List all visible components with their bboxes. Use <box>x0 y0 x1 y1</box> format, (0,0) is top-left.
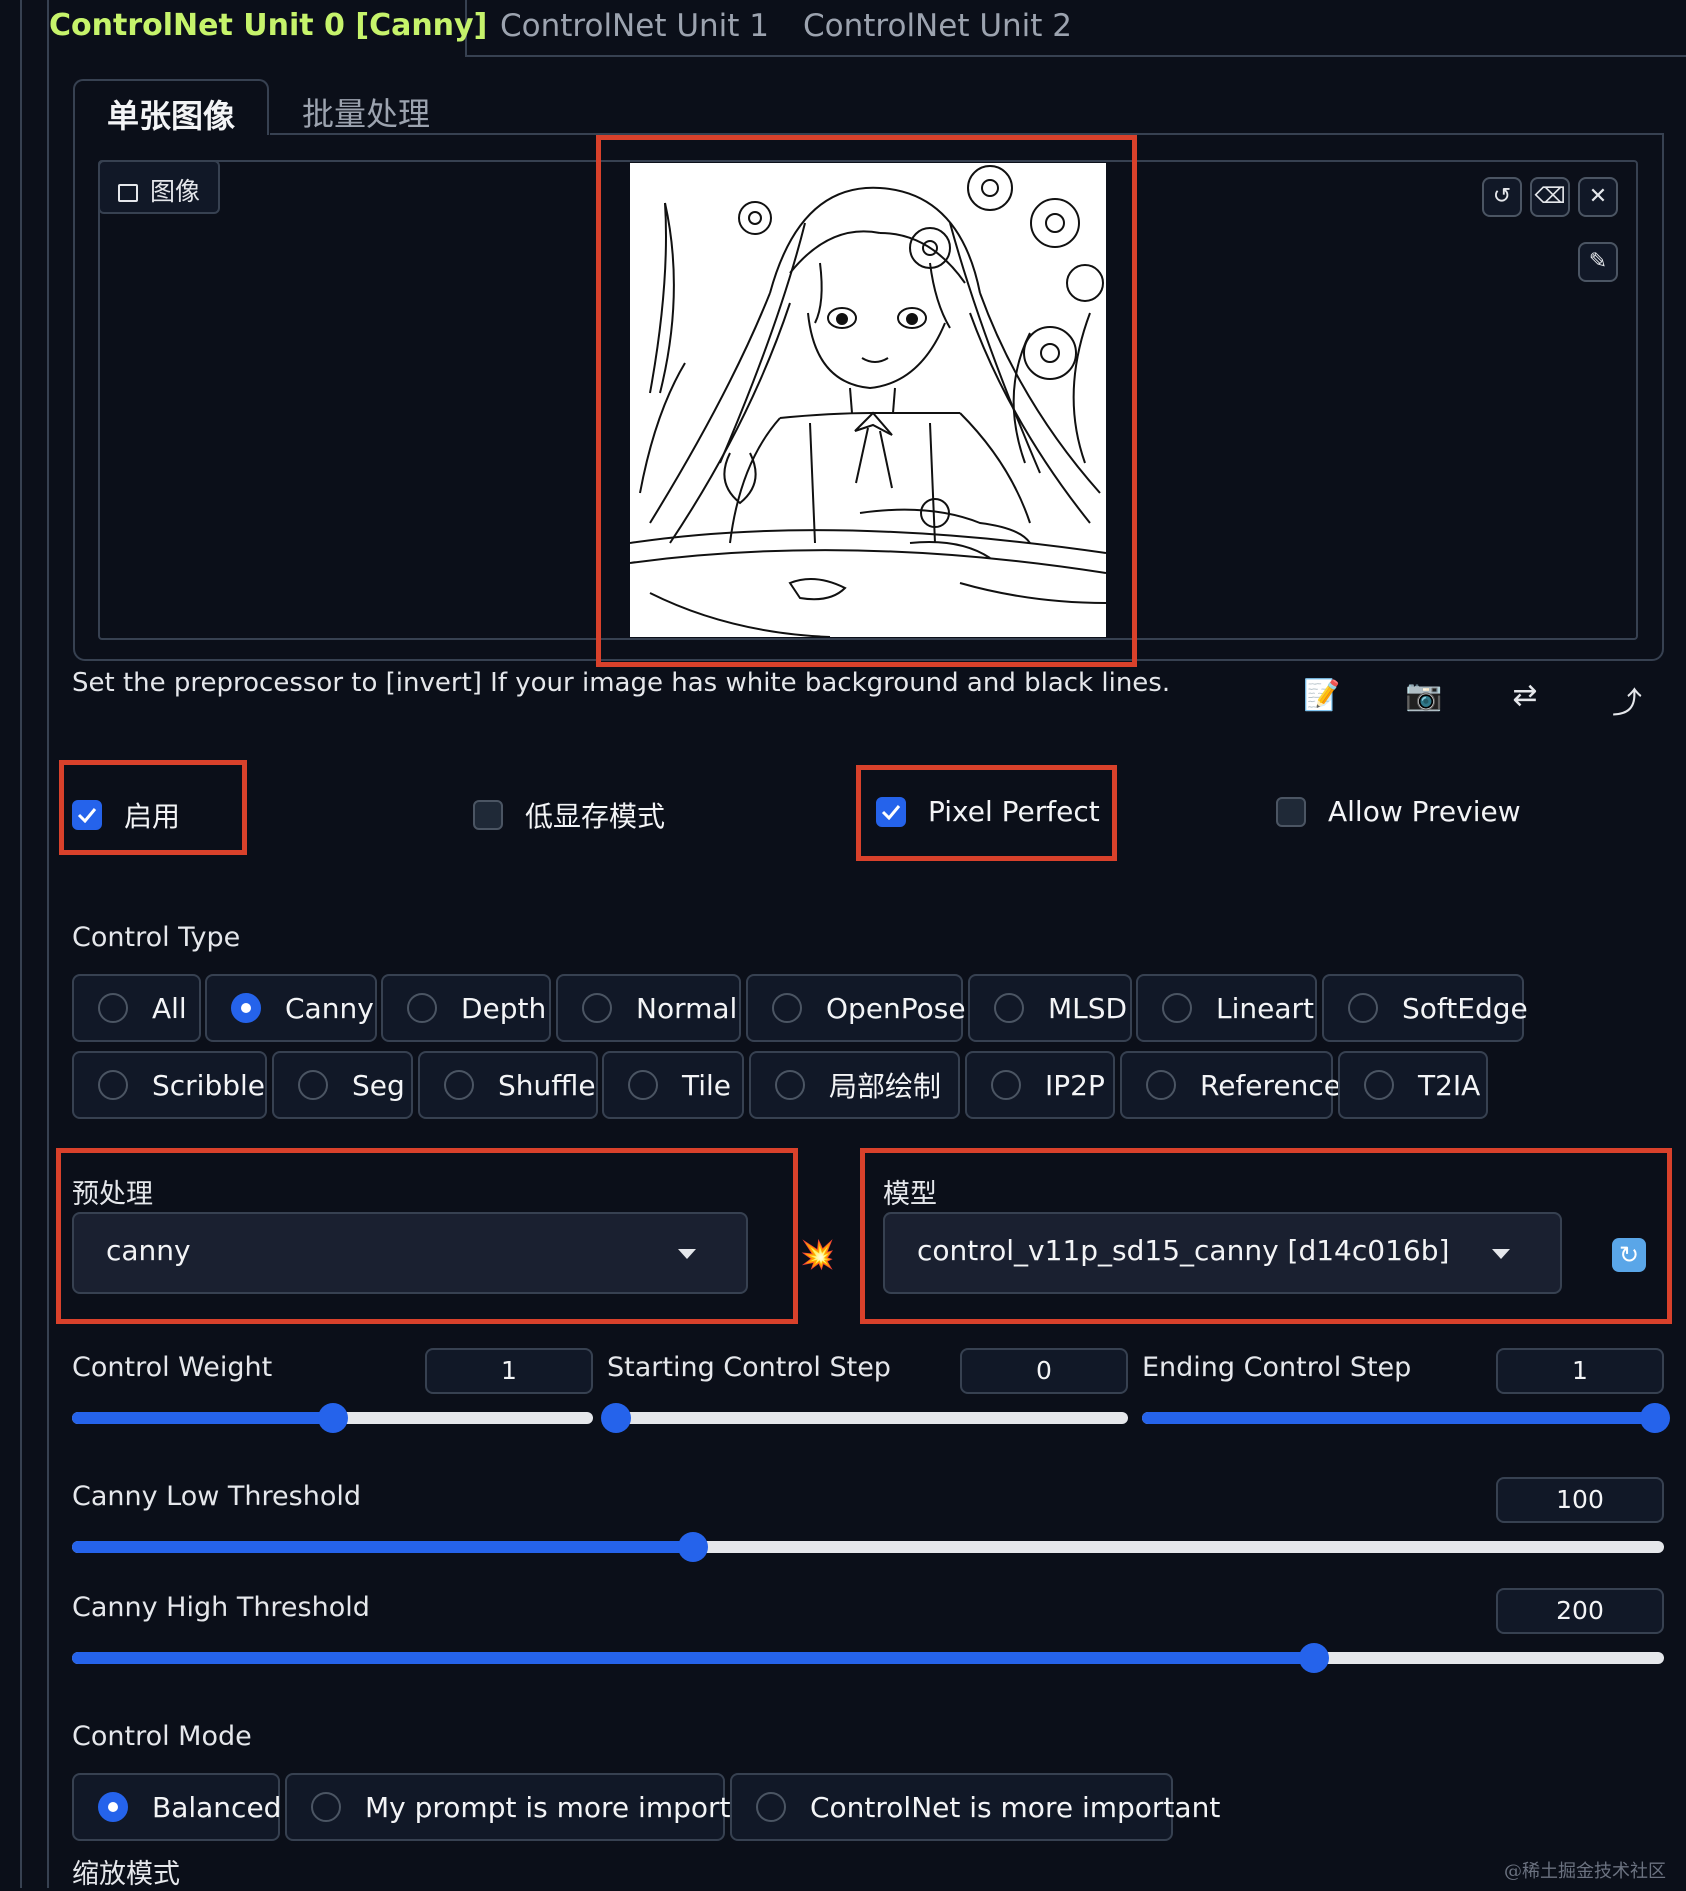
starting-step-label: Starting Control Step <box>607 1352 891 1383</box>
canny-low-input[interactable]: 100 <box>1496 1477 1664 1523</box>
control-type-depth[interactable]: Depth <box>381 974 551 1042</box>
radio-icon[interactable] <box>311 1792 341 1822</box>
notepad-icon[interactable]: 📝 <box>1300 678 1344 713</box>
brush-icon[interactable]: ✎ <box>1578 242 1618 282</box>
camera-icon[interactable]: 📷 <box>1402 678 1446 713</box>
control-type-ip2p[interactable]: IP2P <box>965 1051 1115 1119</box>
radio-icon[interactable] <box>628 1070 658 1100</box>
control-type-softedge[interactable]: SoftEdge <box>1322 974 1528 1042</box>
canny-low-label: Canny Low Threshold <box>72 1481 361 1512</box>
control-type-t2ia[interactable]: T2IA <box>1338 1051 1488 1119</box>
starting-step-track[interactable] <box>607 1412 1128 1424</box>
canny-high-thumb[interactable] <box>1299 1643 1329 1673</box>
radio-icon[interactable] <box>1162 993 1192 1023</box>
control-mode-controlnet-important[interactable]: ControlNet is more important <box>730 1773 1220 1841</box>
control-mode-balanced[interactable]: Balanced <box>72 1773 281 1841</box>
control-mode-label: Control Mode <box>72 1721 252 1752</box>
ending-step-input[interactable]: 1 <box>1496 1348 1664 1394</box>
radio-icon[interactable] <box>582 993 612 1023</box>
explosion-icon[interactable]: 💥 <box>800 1238 835 1271</box>
control-weight-input[interactable]: 1 <box>425 1348 593 1394</box>
tab-controlnet-unit-2[interactable]: ControlNet Unit 2 <box>803 8 1072 44</box>
starting-step-input[interactable]: 0 <box>960 1348 1128 1394</box>
radio-icon[interactable] <box>98 993 128 1023</box>
control-type-normal[interactable]: Normal <box>556 974 741 1042</box>
watermark: @稀土掘金技术社区 <box>1504 1861 1666 1882</box>
highlight-image <box>596 135 1137 667</box>
control-type-scribble[interactable]: Scribble <box>72 1051 267 1119</box>
left-border <box>20 0 22 1888</box>
radio-icon[interactable] <box>444 1070 474 1100</box>
tab-controlnet-unit-1[interactable]: ControlNet Unit 1 <box>500 8 769 44</box>
control-weight-label: Control Weight <box>72 1352 273 1383</box>
radio-icon[interactable] <box>1364 1070 1394 1100</box>
checkbox-unchecked-icon[interactable] <box>473 800 503 830</box>
control-mode-prompt-important[interactable]: My prompt is more important <box>285 1773 776 1841</box>
allow-preview-checkbox[interactable]: Allow Preview <box>1276 795 1521 828</box>
control-type-mlsd[interactable]: MLSD <box>968 974 1132 1042</box>
control-type-canny[interactable]: Canny <box>205 974 377 1042</box>
radio-icon[interactable] <box>775 1070 805 1100</box>
control-type-all[interactable]: All <box>72 974 201 1042</box>
radio-icon[interactable] <box>994 993 1024 1023</box>
close-icon[interactable]: ✕ <box>1578 177 1618 217</box>
highlight-preprocessor <box>56 1148 798 1324</box>
radio-icon[interactable] <box>991 1070 1021 1100</box>
radio-selected-icon[interactable] <box>98 1792 128 1822</box>
highlight-model <box>860 1148 1672 1324</box>
control-type-tile[interactable]: Tile <box>602 1051 744 1119</box>
eraser-icon[interactable]: ⌫ <box>1530 177 1570 217</box>
control-type-openpose[interactable]: OpenPose <box>746 974 966 1042</box>
checkbox-unchecked-icon[interactable] <box>1276 796 1306 827</box>
upload-arrow-icon[interactable]: ⤴ <box>1605 678 1649 722</box>
radio-icon[interactable] <box>1146 1070 1176 1100</box>
control-type-shuffle[interactable]: Shuffle <box>418 1051 598 1119</box>
control-type-label: Control Type <box>72 922 241 953</box>
canny-low-thumb[interactable] <box>678 1532 708 1562</box>
control-type-lineart[interactable]: Lineart <box>1136 974 1317 1042</box>
radio-icon[interactable] <box>407 993 437 1023</box>
ending-step-label: Ending Control Step <box>1142 1352 1412 1383</box>
ending-step-thumb[interactable] <box>1640 1403 1670 1433</box>
highlight-enable <box>59 760 247 855</box>
tab-controlnet-unit-0[interactable]: ControlNet Unit 0 [Canny] <box>47 0 487 57</box>
image-label: 图像 <box>98 160 220 214</box>
refresh-icon[interactable]: ↻ <box>1612 1238 1646 1272</box>
radio-icon[interactable] <box>1348 993 1378 1023</box>
canny-high-input[interactable]: 200 <box>1496 1588 1664 1634</box>
radio-icon[interactable] <box>298 1070 328 1100</box>
canny-high-label: Canny High Threshold <box>72 1592 370 1623</box>
image-icon <box>118 184 138 202</box>
control-weight-fill <box>72 1412 333 1424</box>
preprocessor-hint: Set the preprocessor to [invert] If your… <box>72 668 1171 698</box>
ending-step-fill <box>1142 1412 1664 1424</box>
control-weight-thumb[interactable] <box>318 1403 348 1433</box>
control-type-reference[interactable]: Reference <box>1120 1051 1341 1119</box>
radio-selected-icon[interactable] <box>231 993 261 1023</box>
canny-high-fill <box>72 1652 1314 1664</box>
highlight-pixel-perfect <box>856 765 1117 861</box>
radio-icon[interactable] <box>772 993 802 1023</box>
tab-single-image[interactable]: 单张图像 <box>73 79 269 135</box>
control-type-inpaint[interactable]: 局部绘制 <box>749 1051 960 1119</box>
swap-icon[interactable]: ⇄ <box>1503 678 1547 713</box>
canny-low-fill <box>72 1541 693 1553</box>
radio-icon[interactable] <box>98 1070 128 1100</box>
resize-mode-label: 缩放模式 <box>72 1859 180 1890</box>
control-type-seg[interactable]: Seg <box>272 1051 413 1119</box>
undo-icon[interactable]: ↺ <box>1482 177 1522 217</box>
low-vram-checkbox[interactable]: 低显存模式 <box>473 795 665 835</box>
starting-step-thumb[interactable] <box>601 1403 631 1433</box>
tab-batch[interactable]: 批量处理 <box>302 89 430 135</box>
radio-icon[interactable] <box>756 1792 786 1822</box>
